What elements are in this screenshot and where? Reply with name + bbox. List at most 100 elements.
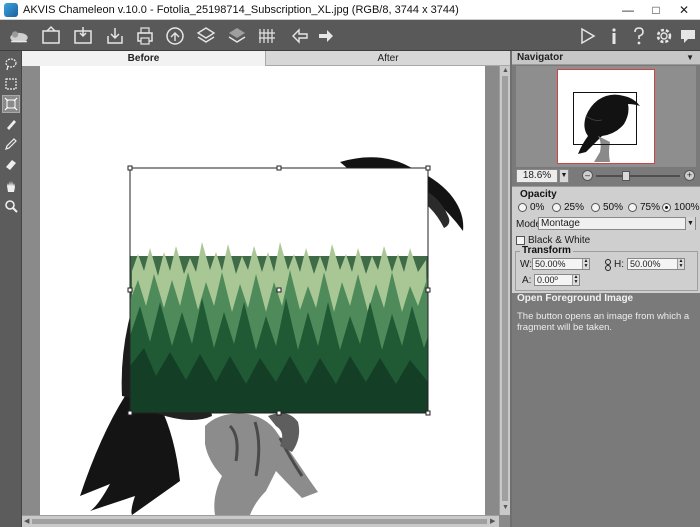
height-field[interactable]: 50.00% ▲ ▼ [627,258,685,270]
open-foreground-icon [74,26,92,44]
zoom-slider-track[interactable] [596,175,680,177]
zoom-field[interactable]: 18.6% [516,169,558,183]
brush-tool[interactable] [2,115,20,133]
lasso-tool[interactable] [2,55,20,73]
filter-icon [259,28,275,43]
layers-icon [196,26,216,43]
radio-icon [628,203,637,212]
opacity-radio-50[interactable]: 50% [591,202,623,213]
chevron-down-icon[interactable]: ▼ [685,217,695,230]
title-bar: AKVIS Chameleon v.10.0 - Fotolia_2519871… [0,0,700,20]
redo-icon [319,29,333,42]
lasso-icon [5,58,17,71]
settings-panel: Opacity 0% 25% 50% 75% 100% Mode Montage… [512,186,700,293]
brush-icon [7,120,16,130]
help-title: Open Foreground Image [517,293,634,304]
app-logo-icon [4,2,18,17]
navigator-title: Navigator [517,52,564,63]
link-proportions-icon[interactable] [604,259,612,271]
open-background-button[interactable] [38,23,64,48]
help-text: The button opens an image from which a f… [517,311,690,333]
height-label: H: [614,259,624,270]
tab-before[interactable]: Before [22,51,266,66]
run-icon [581,27,596,44]
hints-button[interactable] [675,23,700,48]
vertical-scroll-thumb[interactable] [502,76,508,501]
maximize-icon[interactable]: □ [642,0,670,20]
transform-title: Transform [520,245,573,256]
width-label: W: [520,259,533,270]
eraser-tool[interactable] [2,155,20,173]
scroll-left-icon[interactable]: ◀ [24,517,29,525]
run-button[interactable] [574,23,600,48]
close-icon[interactable]: ✕ [670,0,698,20]
print-button[interactable] [132,23,158,48]
zoom-slider-handle[interactable] [622,171,630,181]
filter-button[interactable] [254,23,280,48]
info-icon [612,27,616,44]
info-button[interactable] [601,23,627,48]
undo-icon [292,27,308,44]
width-field[interactable]: 50.00% ▲ ▼ [532,258,590,270]
horizontal-scrollbar[interactable]: ◀ ▶ [22,515,499,527]
zoom-icon [5,200,18,213]
layers-button[interactable] [193,23,219,48]
zoom-in-icon[interactable]: + [684,170,695,181]
checkbox-icon [516,236,525,245]
horizontal-scroll-thumb[interactable] [32,519,487,524]
angle-label: A: [522,275,532,286]
opacity-radio-0[interactable]: 0% [518,202,544,213]
view-tabs: Before After [22,51,510,66]
radio-icon [518,203,527,212]
navigator-thumbnail[interactable] [557,69,655,164]
help-button[interactable] [626,23,652,48]
image-canvas-area: ▲ ▼ ◀ ▶ [22,66,510,527]
selection-tool[interactable] [2,75,20,93]
zoom-tool[interactable] [2,197,20,215]
minimize-icon[interactable]: — [614,0,642,20]
vertical-scrollbar[interactable]: ▲ ▼ [499,66,510,515]
app-mascot-icon [4,23,34,48]
adjust-icon [228,27,246,43]
navigator-header: Navigator ▼ [512,51,700,65]
collapse-chevron-icon[interactable]: ▼ [686,51,694,65]
window-title: AKVIS Chameleon v.10.0 - Fotolia_2519871… [23,3,459,16]
right-panel: Navigator ▼ 18.6% ▼ – + Opacity 0% 25% 5… [512,51,700,527]
mode-select[interactable]: Montage ▼ [538,217,696,230]
redo-button[interactable] [313,23,339,48]
opacity-radio-25[interactable]: 25% [552,202,584,213]
radio-icon [591,203,600,212]
navigator-view-frame[interactable] [573,92,637,145]
scroll-right-icon[interactable]: ▶ [490,517,495,525]
zoom-out-icon[interactable]: – [582,170,593,181]
selection-icon [5,78,17,90]
main-toolbar [0,20,700,51]
zoom-dropdown-icon[interactable]: ▼ [559,169,569,183]
pencil-icon [5,138,17,150]
scroll-up-icon[interactable]: ▲ [502,67,509,74]
tool-strip [0,51,22,527]
opacity-radio-100[interactable]: 100% [662,202,700,213]
share-button[interactable] [162,23,188,48]
save-button[interactable] [102,23,128,48]
spin-icon[interactable]: ▲ ▼ [582,259,589,269]
settings-button[interactable] [651,23,677,48]
spin-icon[interactable]: ▲ ▼ [572,275,579,285]
mode-value: Montage [541,218,580,229]
image-canvas[interactable] [40,66,485,515]
help-icon [634,26,644,44]
angle-field[interactable]: 0.00º ▲ ▼ [534,274,580,286]
opacity-options: 0% 25% 50% 75% 100% [516,202,700,214]
composition-image [80,157,464,515]
spin-icon[interactable]: ▲ ▼ [677,259,684,269]
scroll-down-icon[interactable]: ▼ [502,504,509,511]
opacity-radio-75[interactable]: 75% [628,202,660,213]
transform-tool[interactable] [2,95,20,113]
pencil-tool[interactable] [2,135,20,153]
undo-button[interactable] [287,23,313,48]
hand-tool[interactable] [2,177,20,195]
adjust-button[interactable] [224,23,250,48]
settings-icon [656,28,672,43]
tab-after[interactable]: After [266,51,510,66]
open-foreground-button[interactable] [70,23,96,48]
